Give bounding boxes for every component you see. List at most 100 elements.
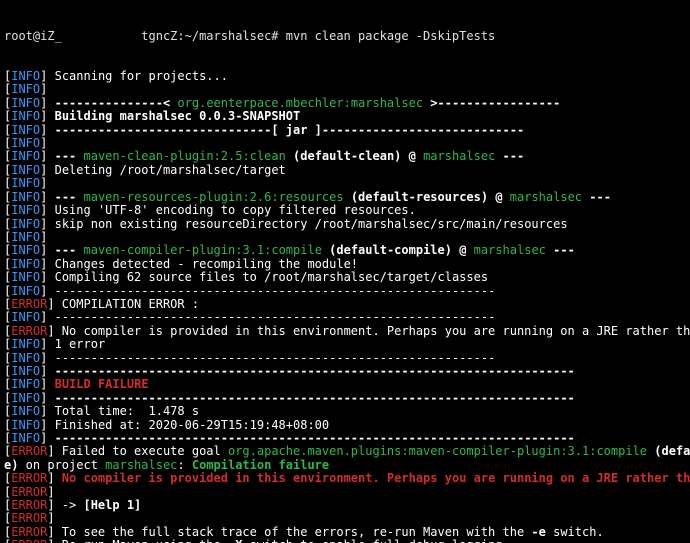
log-line: [INFO]: [4, 137, 686, 150]
log-segment: ]: [40, 190, 54, 204]
log-segment: ] 1 error: [40, 337, 105, 351]
log-segment: ---: [55, 190, 84, 204]
log-segment: ]: [40, 243, 54, 257]
log-segment: ----------------------------------------…: [55, 391, 575, 405]
log-segment: marshalsec: [105, 458, 177, 472]
log-line: [INFO] ---------------------------------…: [4, 352, 686, 365]
log-line: [ERROR] No compiler is provided in this …: [4, 325, 686, 338]
log-segment: maven-resources-plugin:2.6:resources: [84, 190, 344, 204]
log-line: [INFO] skip non existing resourceDirecto…: [4, 218, 686, 231]
log-line: [INFO] --- maven-resources-plugin:2.6:re…: [4, 191, 686, 204]
log-segment: ] --------------------------------------…: [40, 310, 495, 324]
prompt-line: root@iZ_ tgncZ:~/marshalsec# mvn clean p…: [4, 30, 686, 43]
log-segment: INFO: [11, 284, 40, 298]
log-segment: ]: [40, 136, 47, 150]
log-segment: ERROR: [11, 297, 47, 311]
log-segment: INFO: [11, 136, 40, 150]
log-segment: ERROR: [11, 498, 47, 512]
log-segment: -e: [531, 525, 545, 539]
log-segment: INFO: [11, 377, 40, 391]
log-segment: -X: [228, 538, 242, 543]
log-segment: ---: [546, 243, 575, 257]
log-segment: ] skip non existing resourceDirectory /r…: [40, 217, 567, 231]
log-segment: marshalsec: [474, 243, 546, 257]
log-segment: ]: [40, 96, 54, 110]
log-line: [INFO] BUILD FAILURE: [4, 378, 686, 391]
log-segment: INFO: [11, 243, 40, 257]
log-segment: >-----------------: [423, 96, 560, 110]
log-line: [INFO] Compiling 62 source files to /roo…: [4, 271, 686, 284]
log-segment: INFO: [11, 176, 40, 190]
log-segment: INFO: [11, 149, 40, 163]
log-segment: ]: [40, 123, 54, 137]
log-segment: ]: [47, 485, 54, 499]
log-segment: BUILD FAILURE: [55, 377, 149, 391]
log-line: [INFO] --- maven-compiler-plugin:3.1:com…: [4, 244, 686, 257]
log-segment: Compilation failure: [192, 458, 329, 472]
log-segment: INFO: [11, 109, 40, 123]
log-line: [INFO] Using 'UTF-8' encoding to copy fi…: [4, 204, 686, 217]
log-segment: maven-clean-plugin:2.5:clean: [84, 149, 286, 163]
log-segment: INFO: [11, 310, 40, 324]
log-segment: @: [452, 243, 474, 257]
log-segment: ERROR: [11, 485, 47, 499]
log-segment: ]: [40, 377, 54, 391]
log-output: [INFO] Scanning for projects...[INFO][IN…: [4, 70, 686, 543]
log-segment: ] No compiler is provided in this enviro…: [47, 324, 690, 338]
log-segment: ---: [582, 190, 611, 204]
log-segment: ]: [47, 511, 54, 525]
log-segment: ] --------------------------------------…: [40, 351, 495, 365]
log-segment: ] Failed to execute goal: [47, 444, 228, 458]
log-line: [ERROR]: [4, 512, 686, 525]
log-line: [ERROR] -> [Help 1]: [4, 499, 686, 512]
log-segment: ]: [40, 176, 47, 190]
log-segment: ERROR: [11, 324, 47, 338]
log-segment: ] Compiling 62 source files to /root/mar…: [40, 270, 488, 284]
log-segment: ]: [40, 149, 54, 163]
log-segment: INFO: [11, 230, 40, 244]
terminal-window[interactable]: root@iZ_ tgncZ:~/marshalsec# mvn clean p…: [0, 0, 690, 543]
log-line: e) on project marshalsec: Compilation fa…: [4, 459, 686, 472]
log-segment: INFO: [11, 123, 40, 137]
log-segment: marshalsec: [510, 190, 582, 204]
log-segment: ------------------------------[ jar ]---…: [55, 123, 525, 137]
log-segment: INFO: [11, 217, 40, 231]
log-line: [ERROR]: [4, 486, 686, 499]
log-segment: ]: [40, 364, 54, 378]
log-segment: maven-compiler-plugin:3.1:compile: [84, 243, 322, 257]
log-segment: ] Finished at: 2020-06-29T15:19:48+08:00: [40, 418, 329, 432]
log-segment: INFO: [11, 163, 40, 177]
log-segment: ERROR: [11, 444, 47, 458]
log-segment: ERROR: [11, 511, 47, 525]
log-segment: ] Deleting /root/marshalsec/target: [40, 163, 286, 177]
log-line: [INFO] Total time: 1.478 s: [4, 405, 686, 418]
log-line: [ERROR] COMPILATION ERROR :: [4, 298, 686, 311]
log-segment: switch.: [546, 525, 604, 539]
log-segment: ] COMPILATION ERROR :: [47, 297, 199, 311]
log-segment: ] ->: [47, 498, 83, 512]
log-line: [INFO] Scanning for projects...: [4, 70, 686, 83]
log-segment: ] Scanning for projects...: [40, 69, 228, 83]
log-segment: INFO: [11, 337, 40, 351]
log-segment: INFO: [11, 203, 40, 217]
log-segment: switch to enable full debug logging.: [242, 538, 509, 543]
log-line: [INFO]: [4, 177, 686, 190]
log-segment: (default-resources): [344, 190, 489, 204]
log-segment: ]: [40, 230, 47, 244]
log-segment: ----------------------------------------…: [55, 364, 575, 378]
log-segment: ERROR: [11, 471, 47, 485]
log-line: [INFO] ---------------------------------…: [4, 365, 686, 378]
log-segment: INFO: [11, 418, 40, 432]
log-line: [ERROR] Failed to execute goal org.apach…: [4, 445, 686, 458]
log-line: [INFO] Finished at: 2020-06-29T15:19:48+…: [4, 419, 686, 432]
log-segment: :: [177, 458, 191, 472]
log-line: [INFO] ---------------------------------…: [4, 285, 686, 298]
log-segment: INFO: [11, 270, 40, 284]
log-segment: ---: [55, 149, 84, 163]
log-segment: org.eenterpace.mbechler:marshalsec: [177, 96, 423, 110]
log-segment: [Help 1]: [83, 498, 141, 512]
log-segment: INFO: [11, 69, 40, 83]
log-line: [INFO] ---------------------------------…: [4, 432, 686, 445]
log-line: [INFO] Deleting /root/marshalsec/target: [4, 164, 686, 177]
log-segment: ] Total time: 1.478 s: [40, 404, 199, 418]
